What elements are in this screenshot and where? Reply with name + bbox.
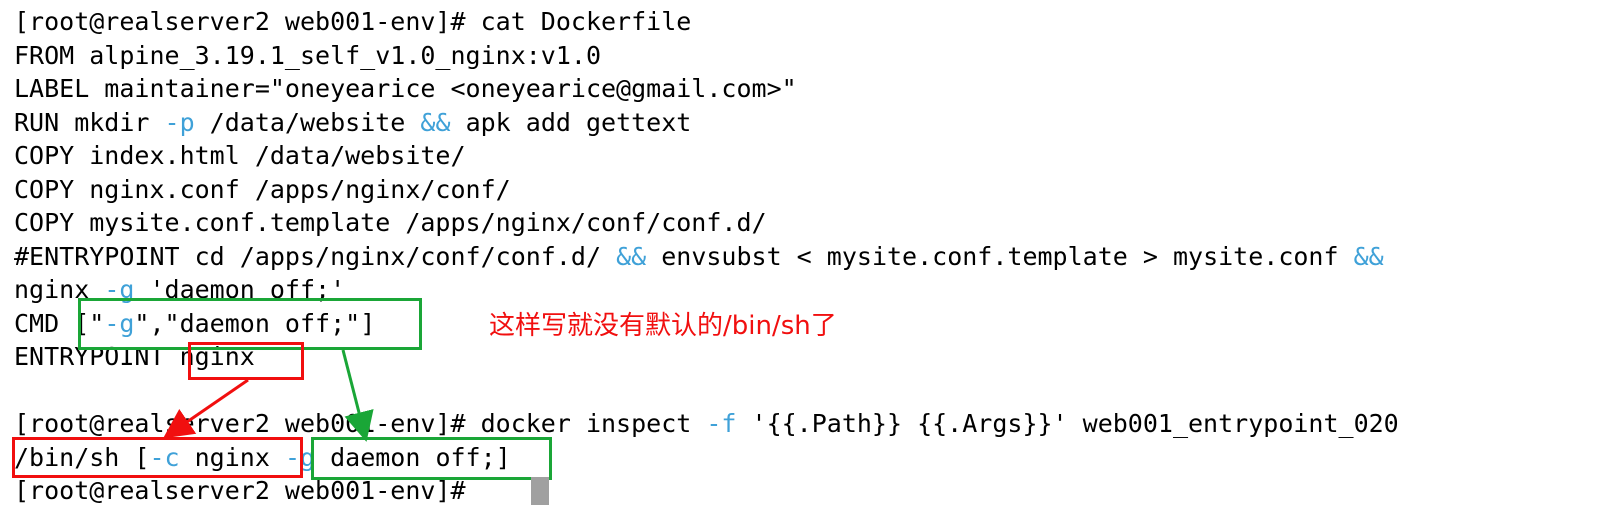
terminal-text-token: COPY mysite.conf.template /apps/nginx/co… <box>14 208 767 237</box>
terminal-flag-token: -c <box>149 442 180 472</box>
terminal-line: #ENTRYPOINT cd /apps/nginx/conf/conf.d/ … <box>14 240 1384 274</box>
terminal-text-token: ","daemon off;"] <box>134 308 376 338</box>
terminal-text-token: daemon off;] <box>315 442 511 472</box>
terminal-flag-token: -f <box>706 409 737 438</box>
terminal-text-token: [root@realserver2 web001-env]# docker in… <box>14 409 707 438</box>
terminal-text-token: apk add gettext <box>450 107 692 137</box>
terminal-line: [root@realserver2 web001-env]# cat Docke… <box>14 5 691 39</box>
terminal-flag-token: && <box>1353 241 1384 271</box>
terminal-line: COPY nginx.conf /apps/nginx/conf/ <box>14 173 511 207</box>
terminal-line: [root@realserver2 web001-env]# <box>14 474 481 508</box>
terminal-line: nginx -g 'daemon off;' <box>14 273 345 307</box>
terminal-text-token: FROM alpine_3.19.1_self_v1.0_nginx:v1.0 <box>14 40 601 70</box>
terminal-flag-token: && <box>420 107 451 137</box>
terminal-text-token: /bin/sh [ <box>14 442 150 472</box>
terminal-text-token: nginx <box>14 275 105 304</box>
terminal-text-token: '{{.Path}} {{.Args}}' web001_entrypoint_… <box>736 409 1399 438</box>
annotation-note: 这样写就没有默认的/bin/sh了 <box>489 311 837 341</box>
terminal-text-token: CMD [" <box>14 308 105 338</box>
terminal-text-token: [root@realserver2 web001-env]# <box>14 476 481 505</box>
terminal-window[interactable]: [root@realserver2 web001-env]# cat Docke… <box>0 0 1599 527</box>
terminal-line: [root@realserver2 web001-env]# docker in… <box>14 407 1399 441</box>
terminal-line: /bin/sh [-c nginx -g daemon off;] <box>14 441 511 475</box>
terminal-text-token: COPY nginx.conf /apps/nginx/conf/ <box>14 174 511 204</box>
terminal-text-token: nginx <box>179 442 285 472</box>
terminal-text-token: ENTRYPOINT nginx <box>14 342 255 371</box>
terminal-flag-token: -g <box>104 308 135 338</box>
terminal-line: ENTRYPOINT nginx <box>14 340 255 374</box>
terminal-text-token: RUN mkdir <box>14 107 165 137</box>
terminal-text-token: 'daemon off;' <box>134 275 346 304</box>
terminal-line: COPY mysite.conf.template /apps/nginx/co… <box>14 206 767 240</box>
terminal-line: COPY index.html /data/website/ <box>14 139 466 173</box>
terminal-line: RUN mkdir -p /data/website && apk add ge… <box>14 106 691 140</box>
terminal-text-token: #ENTRYPOINT cd /apps/nginx/conf/conf.d/ <box>14 241 617 271</box>
terminal-text-token: COPY index.html /data/website/ <box>14 141 466 170</box>
terminal-line: CMD ["-g","daemon off;"] <box>14 307 375 341</box>
terminal-line: LABEL maintainer="oneyearice <oneyearice… <box>14 72 797 106</box>
terminal-flag-token: -g <box>284 442 316 472</box>
terminal-line: FROM alpine_3.19.1_self_v1.0_nginx:v1.0 <box>14 39 601 73</box>
terminal-flag-token: -g <box>104 275 135 304</box>
terminal-text-token: envsubst < mysite.conf.template > mysite… <box>646 241 1354 271</box>
terminal-flag-token: && <box>616 241 647 271</box>
terminal-flag-token: -p <box>164 107 195 137</box>
terminal-text-token: [root@realserver2 web001-env]# cat Docke… <box>14 7 692 36</box>
terminal-text-token: LABEL maintainer="oneyearice <oneyearice… <box>14 74 797 103</box>
terminal-cursor <box>531 477 549 505</box>
terminal-text-token: /data/website <box>194 107 421 137</box>
